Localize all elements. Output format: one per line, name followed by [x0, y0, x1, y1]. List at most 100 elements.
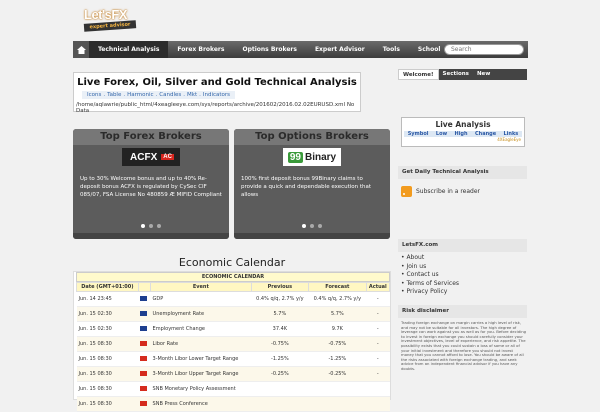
economic-calendar-title: Economic Calendar: [178, 256, 286, 269]
report-path: /home/aqlawrie/public_html/4xeagleeye.co…: [76, 102, 355, 114]
page-title: Live Forex, Oil, Silver and Gold Technic…: [77, 77, 357, 88]
economic-calendar: ECONOMIC CALENDAR Date (GMT+01:00) Event…: [73, 271, 391, 412]
sidebar-tabs: Welcome! Sections New: [398, 69, 527, 80]
row-date: Jun. 15 08:30: [76, 336, 139, 352]
col-flag: [137, 282, 152, 292]
logo-wordmark: Let'sFX: [84, 7, 127, 22]
row-event: SNB Press Conference: [150, 396, 252, 412]
risk-text: Trading foreign exchange on margin carri…: [401, 320, 527, 371]
calendar-row: Jun. 15 08:30 3-Month Libor Lower Target …: [76, 351, 390, 367]
row-actual: -: [366, 366, 390, 382]
tab-welcome[interactable]: Welcome!: [398, 69, 439, 80]
live-analysis-title: Live Analysis: [435, 120, 491, 129]
category-links: Icons. Table. Harmonic. Candles. Mkt. In…: [82, 91, 236, 99]
cat-harmonic[interactable]: Harmonic: [127, 92, 153, 98]
row-actual: [366, 381, 390, 397]
flag-icon: [138, 306, 151, 322]
tab-sections[interactable]: Sections: [438, 69, 473, 80]
row-forecast: -0.75%: [308, 336, 367, 352]
row-previous: -1.25%: [251, 351, 309, 367]
options-box-title: Top Options Brokers: [234, 129, 390, 145]
risk-title: Risk disclaimer: [398, 305, 527, 318]
row-event: 3-Month Libor Upper Target Range: [150, 366, 252, 382]
daily-analysis-title: Get Daily Technical Analysis: [398, 166, 527, 179]
cat-mkt[interactable]: Mkt: [187, 92, 197, 98]
row-actual: [366, 396, 390, 412]
nav-technical-analysis[interactable]: Technical Analysis: [89, 41, 169, 58]
col-previous: Previous: [250, 282, 310, 292]
nav-options-brokers[interactable]: Options Brokers: [233, 41, 305, 58]
row-previous: -0.75%: [251, 336, 309, 352]
link-contact[interactable]: Contact us: [401, 271, 459, 280]
row-forecast: [308, 381, 367, 397]
calendar-row: Jun. 14 23:45 GDP 0.4% q/q, 2.7% y/y 0.4% q…: [76, 291, 390, 307]
flag-icon: [138, 321, 151, 337]
row-previous: 0.4% q/q, 2.7% y/y: [251, 291, 309, 307]
acfx-logo[interactable]: ACFX AC: [122, 148, 180, 166]
row-date: Jun. 15 08:30: [76, 381, 139, 397]
calendar-row: Jun. 15 08:30 SNB Monetary Policy Assessm…: [76, 381, 390, 397]
row-date: Jun. 15 02:30: [76, 321, 139, 337]
rss-label: Subscribe in a reader: [416, 188, 481, 195]
link-join[interactable]: Join us: [401, 263, 459, 272]
link-about[interactable]: About: [401, 254, 459, 263]
nav-forex-brokers[interactable]: Forex Brokers: [168, 41, 233, 58]
search-input[interactable]: [444, 44, 524, 55]
flag-icon: [138, 396, 151, 412]
row-actual: -: [366, 321, 390, 337]
99binary-logo[interactable]: 99 Binary: [283, 148, 341, 166]
row-event: Libor Rate: [150, 336, 252, 352]
cat-table[interactable]: Table: [107, 92, 121, 98]
row-actual: -: [366, 291, 390, 307]
calendar-row: Jun. 15 08:30 SNB Press Conference: [76, 396, 390, 412]
row-previous: [251, 381, 309, 397]
calendar-row: Jun. 15 08:30 Libor Rate -0.75% -0.75% -: [76, 336, 390, 352]
site-logo[interactable]: Let'sFX expert advisor: [83, 7, 140, 37]
nav-tools[interactable]: Tools: [374, 41, 409, 58]
row-forecast: -0.25%: [308, 366, 367, 382]
flag-icon: [138, 381, 151, 397]
row-event: SNB Monetary Policy Assessment: [150, 381, 252, 397]
link-terms[interactable]: Terms of Services: [401, 280, 459, 289]
cat-icons[interactable]: Icons: [87, 92, 101, 98]
row-forecast: [308, 396, 367, 412]
slider-dots[interactable]: [234, 223, 390, 230]
cat-candles[interactable]: Candles: [159, 92, 181, 98]
row-forecast: 9.7K: [308, 321, 367, 337]
row-previous: 5.7%: [251, 306, 309, 322]
row-date: Jun. 15 08:30: [76, 351, 139, 367]
row-previous: -0.25%: [251, 366, 309, 382]
row-actual: -: [366, 351, 390, 367]
calendar-row: Jun. 15 02:30 Unemployment Rate 5.7% 5.7% -: [76, 306, 390, 322]
home-button[interactable]: [73, 41, 89, 58]
col-event: Event: [150, 282, 252, 292]
calendar-header: ECONOMIC CALENDAR: [76, 272, 390, 282]
rss-icon: [401, 186, 412, 197]
live-analysis-widget[interactable]: Live Analysis Symbol Low High Change Links 4…: [401, 117, 525, 147]
calendar-row: Jun. 15 08:30 3-Month Libor Upper Target …: [76, 366, 390, 382]
row-forecast: 0.4% q/q, 2.7% y/y: [308, 291, 367, 307]
flag-icon: [138, 366, 151, 382]
link-privacy[interactable]: Privacy Policy: [401, 288, 459, 297]
analysis-panel: Live Forex, Oil, Silver and Gold Technic…: [73, 72, 361, 114]
slider-dots[interactable]: [73, 223, 229, 230]
col-actual: Actual: [365, 282, 391, 292]
col-forecast: Forecast: [308, 282, 367, 292]
home-icon: [76, 45, 86, 54]
row-forecast: 5.7%: [308, 306, 367, 322]
flag-icon: [138, 291, 151, 307]
nav-expert-advisor[interactable]: Expert Advisor: [306, 41, 374, 58]
row-event: Employment Change: [150, 321, 252, 337]
forex-brokers-box: Top Forex Brokers ACFX AC Up to 30% Welco…: [73, 129, 229, 239]
calendar-table: Date (GMT+01:00) Event Previous Forecast…: [76, 282, 391, 412]
tab-new[interactable]: New: [472, 69, 495, 80]
row-event: GDP: [150, 291, 252, 307]
calendar-row: Jun. 15 02:30 Employment Change 37.4K 9.7K -: [76, 321, 390, 337]
letsfx-title: LetsFX.com: [398, 239, 527, 252]
row-event: 3-Month Libor Lower Target Range: [150, 351, 252, 367]
live-analysis-source: 4XEagleEye: [497, 137, 521, 142]
rss-subscribe[interactable]: Subscribe in a reader: [401, 186, 480, 197]
flag-icon: [138, 336, 151, 352]
row-forecast: -1.25%: [308, 351, 367, 367]
cat-indicators[interactable]: Indicators: [203, 92, 230, 98]
